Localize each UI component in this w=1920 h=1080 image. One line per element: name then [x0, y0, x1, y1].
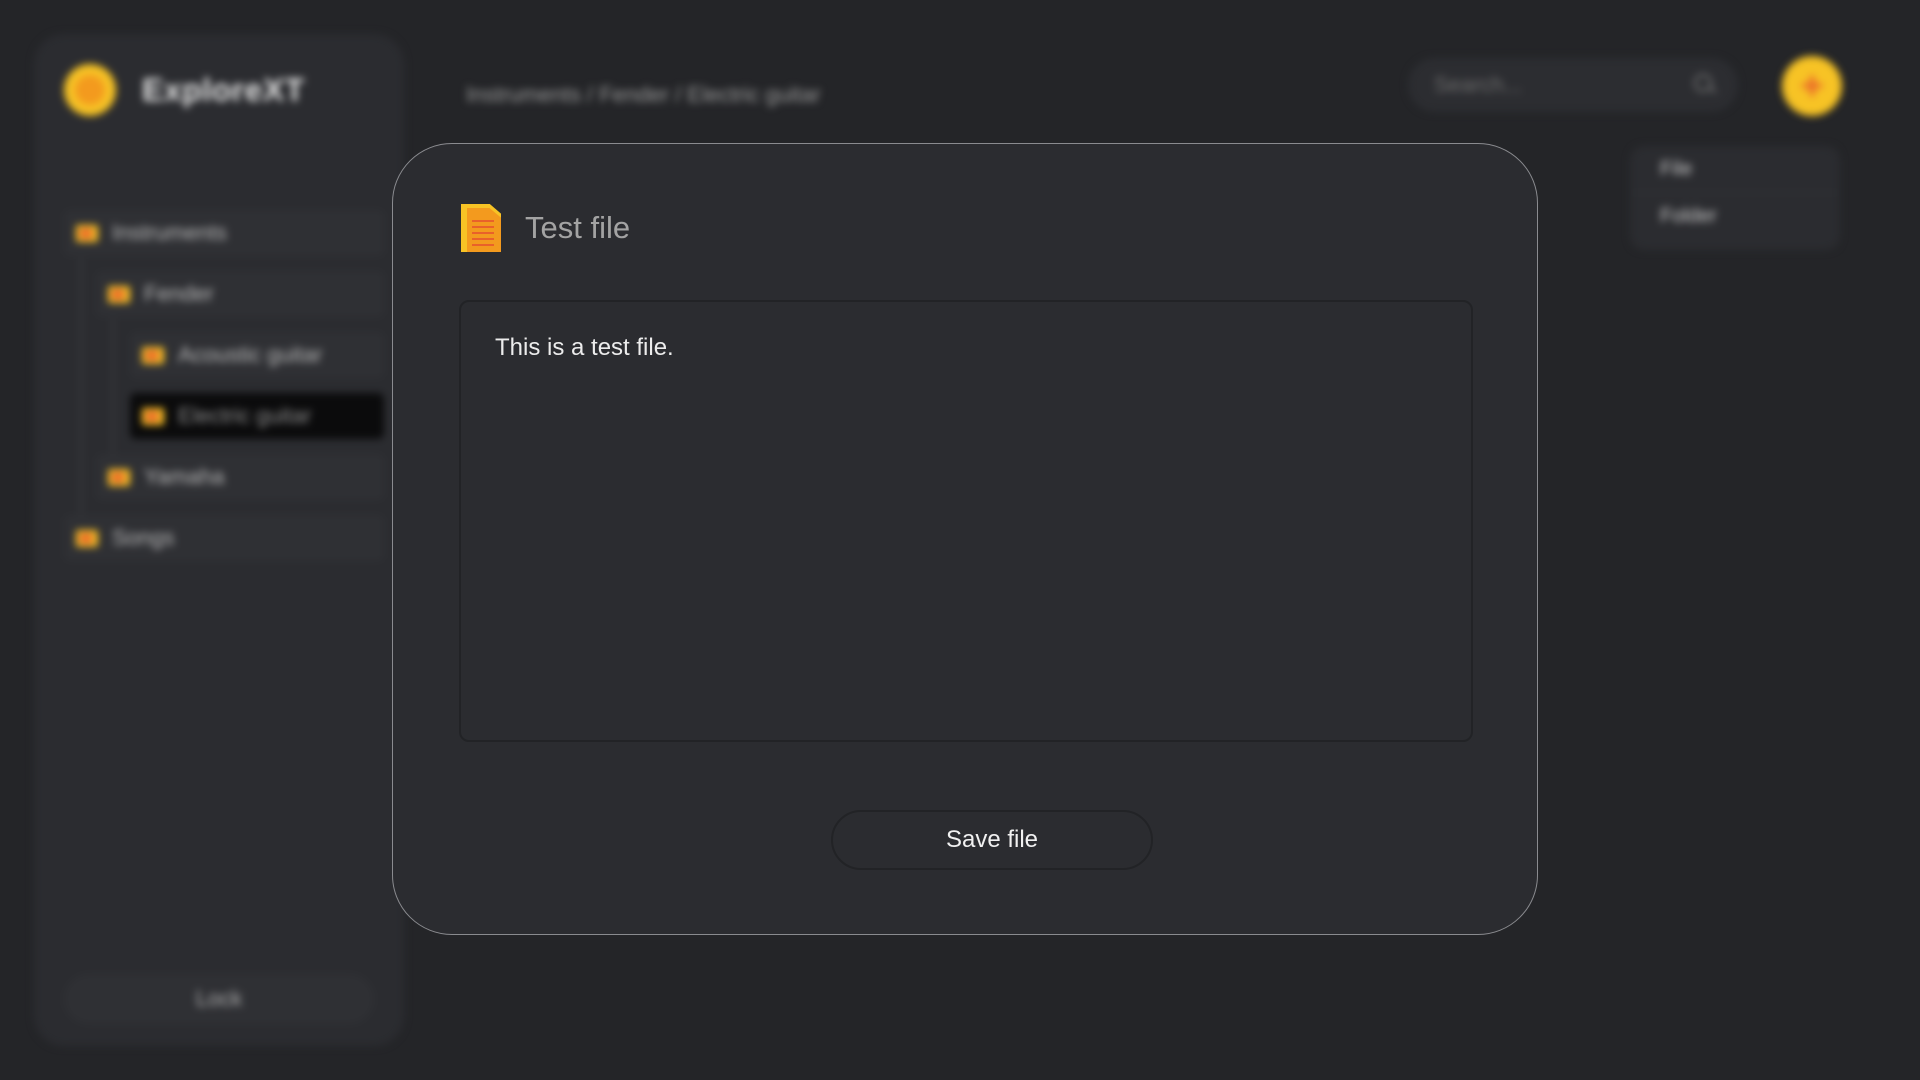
breadcrumb: Instruments / Fender / Electric guitar — [466, 82, 821, 107]
add-button[interactable]: + — [1782, 56, 1842, 116]
app-name: ExploreXT — [142, 71, 305, 108]
tree-item-yamaha[interactable]: Yamaha — [96, 454, 384, 500]
logo-icon — [64, 64, 116, 116]
file-content-editor[interactable]: This is a test file. — [459, 300, 1473, 742]
tree-item-instruments[interactable]: Instruments — [64, 210, 384, 256]
tree-item-acoustic-guitar[interactable]: Acoustic guitar — [130, 332, 384, 378]
sidebar: ExploreXT Instruments Fender Acoustic gu… — [34, 34, 404, 1046]
tree-item-label: Fender — [144, 281, 214, 306]
menu-item-file[interactable]: File — [1630, 146, 1840, 192]
modal-header: Test file — [461, 204, 630, 252]
new-item-menu: File Folder — [1630, 146, 1840, 250]
folder-icon — [76, 224, 98, 242]
brand: ExploreXT — [64, 64, 305, 116]
folder-icon — [76, 529, 98, 547]
tree-item-label: Songs — [112, 525, 175, 550]
file-icon — [461, 204, 501, 252]
search-placeholder: Search... — [1434, 72, 1523, 97]
folder-icon — [108, 285, 130, 303]
lock-button[interactable]: Lock — [64, 974, 374, 1024]
folder-icon — [142, 407, 164, 425]
search-icon[interactable] — [1694, 74, 1716, 96]
search-input[interactable]: Search... — [1408, 58, 1738, 112]
file-editor-modal: Test file This is a test file. Save file — [392, 143, 1538, 935]
tree-item-label: Electric guitar — [178, 403, 312, 428]
file-title: Test file — [525, 210, 631, 245]
save-file-button[interactable]: Save file — [831, 810, 1153, 870]
tree-item-fender[interactable]: Fender — [96, 271, 384, 317]
folder-tree: Instruments Fender Acoustic guitar Elect… — [64, 210, 384, 576]
tree-item-label: Yamaha — [144, 464, 225, 489]
tree-item-songs[interactable]: Songs — [64, 515, 384, 561]
tree-item-label: Acoustic guitar — [178, 342, 323, 367]
tree-item-label: Instruments — [112, 220, 227, 245]
folder-icon — [108, 468, 130, 486]
menu-item-folder[interactable]: Folder — [1630, 192, 1840, 239]
folder-icon — [142, 346, 164, 364]
tree-item-electric-guitar[interactable]: Electric guitar — [130, 393, 384, 439]
